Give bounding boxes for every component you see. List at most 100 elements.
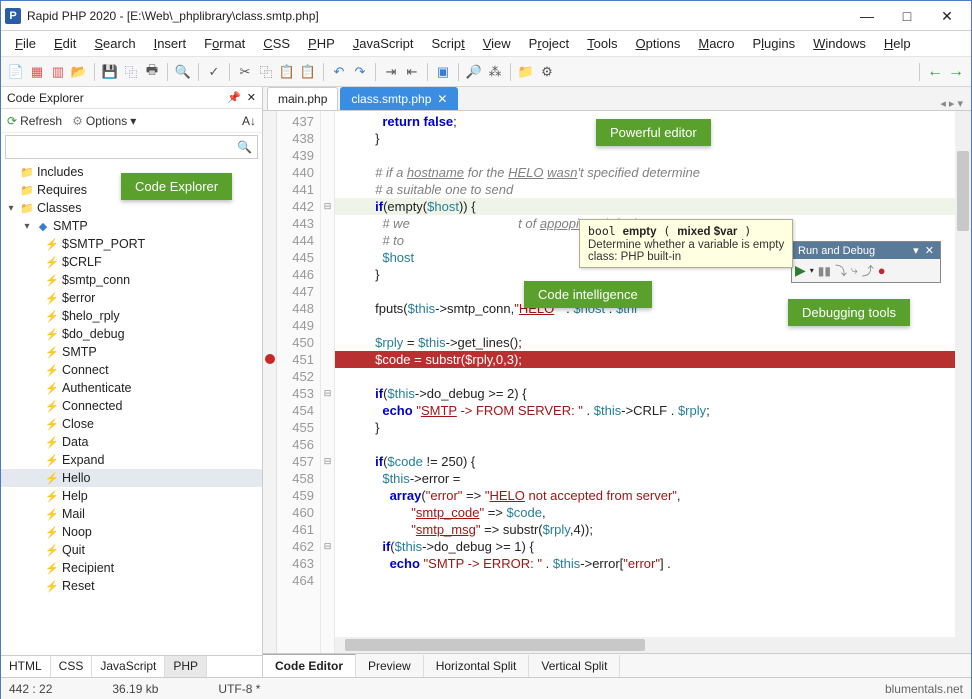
print-icon[interactable]: 🖶 [143,63,161,81]
tree-member[interactable]: ⚡Mail [1,505,262,523]
save-icon[interactable]: 💾 [101,63,119,81]
tree-member[interactable]: ⚡Authenticate [1,379,262,397]
menu-view[interactable]: View [475,33,519,54]
debug-play-icon[interactable]: ▶ [795,262,806,279]
options-button[interactable]: ⚙ Options ▾ [72,114,136,128]
tree-member[interactable]: ⚡Expand [1,451,262,469]
scrollbar-horizontal[interactable] [335,637,955,653]
clipboard-icon[interactable]: 📋 [299,63,317,81]
minimize-button[interactable]: — [847,2,887,30]
debug-step-over-icon[interactable]: ⤵ [835,262,847,279]
tree-member-selected[interactable]: ⚡Hello [1,469,262,487]
debug-dropdown-icon[interactable]: ▾ [913,244,919,257]
sidebar-close-icon[interactable]: ✕ [247,91,256,104]
debug-step-into-icon[interactable]: ⤷ [851,263,858,278]
btab-hsplit[interactable]: Horizontal Split [424,655,530,677]
sb-tab-html[interactable]: HTML [1,656,51,677]
debug-pause-icon[interactable]: ▮▮ [818,264,831,278]
cut-icon[interactable]: ✂ [236,63,254,81]
sidebar-search-input[interactable] [6,140,232,154]
undo-icon[interactable]: ↶ [330,63,348,81]
nav-forward-icon[interactable]: → [947,63,965,81]
refresh-button[interactable]: ⟳ Refresh [7,114,62,128]
tree-member[interactable]: ⚡Reset [1,577,262,595]
new-html-icon[interactable]: ▦ [28,63,46,81]
search-icon[interactable]: 🔍 [174,63,192,81]
open-icon[interactable]: 📂 [70,63,88,81]
menu-macro[interactable]: Macro [690,33,742,54]
tree-member[interactable]: ⚡Recipient [1,559,262,577]
tree-member[interactable]: ⚡Close [1,415,262,433]
indent-icon[interactable]: ⇥ [382,63,400,81]
menu-tools[interactable]: Tools [579,33,625,54]
btab-preview[interactable]: Preview [356,655,424,677]
menu-format[interactable]: Format [196,33,253,54]
tree-member[interactable]: ⚡$SMTP_PORT [1,235,262,253]
debug-record-icon[interactable]: ● [878,263,886,278]
menu-script[interactable]: Script [423,33,472,54]
find-icon[interactable]: 🔎 [465,63,483,81]
search-icon[interactable]: 🔍 [232,140,257,154]
debug-close-icon[interactable]: ✕ [925,244,934,257]
tree-member[interactable]: ⚡Data [1,433,262,451]
menu-options[interactable]: Options [628,33,689,54]
tree-member[interactable]: ⚡$smtp_conn [1,271,262,289]
menu-insert[interactable]: Insert [146,33,195,54]
scrollbar-vertical[interactable] [955,111,971,653]
menu-project[interactable]: Project [521,33,577,54]
copy-icon[interactable]: ⿻ [257,63,275,81]
sort-button[interactable]: A↓ [242,114,256,128]
menu-file[interactable]: File [7,33,44,54]
sidebar-search[interactable]: 🔍 [5,135,258,159]
btab-vsplit[interactable]: Vertical Split [529,655,620,677]
outdent-icon[interactable]: ⇤ [403,63,421,81]
sb-tab-css[interactable]: CSS [51,656,93,677]
redo-icon[interactable]: ↷ [351,63,369,81]
menu-windows[interactable]: Windows [805,33,874,54]
tab-close-icon[interactable]: ✕ [437,92,447,106]
panel-icon[interactable]: ▣ [434,63,452,81]
fold-column[interactable]: ⊟ ⊟ ⊟ ⊟ [321,111,335,653]
breakpoint-ruler[interactable] [263,111,277,653]
tree-member[interactable]: ⚡SMTP [1,343,262,361]
menu-edit[interactable]: Edit [46,33,84,54]
maximize-button[interactable]: □ [887,2,927,30]
menu-help[interactable]: Help [876,33,919,54]
paste-icon[interactable]: 📋 [278,63,296,81]
menu-javascript[interactable]: JavaScript [345,33,422,54]
btab-code[interactable]: Code Editor [263,654,356,677]
sb-tab-js[interactable]: JavaScript [92,656,165,677]
menu-plugins[interactable]: Plugins [744,33,803,54]
tree-member[interactable]: ⚡$helo_rply [1,307,262,325]
tree-member[interactable]: ⚡Quit [1,541,262,559]
tree-member[interactable]: ⚡Connected [1,397,262,415]
menu-search[interactable]: Search [86,33,143,54]
breakpoint-icon[interactable] [265,354,275,364]
tree-member[interactable]: ⚡$CRLF [1,253,262,271]
menu-css[interactable]: CSS [255,33,298,54]
code-view[interactable]: return false; } # if a hostname for the … [335,111,971,653]
debug-panel[interactable]: Run and Debug▾ ✕ ▶▾ ▮▮ ⤵ ⤷ ⤴ ● [791,241,941,283]
debug-step-out-icon[interactable]: ⤴ [862,262,874,279]
tab-main[interactable]: main.php [267,87,338,110]
close-button[interactable]: ✕ [927,2,967,30]
new-file-icon[interactable]: 📄 [7,63,25,81]
tree-member[interactable]: ⚡$do_debug [1,325,262,343]
tree-member[interactable]: ⚡Noop [1,523,262,541]
find-replace-icon[interactable]: ⁂ [486,63,504,81]
sb-tab-php[interactable]: PHP [165,656,207,677]
tree-member[interactable]: ⚡Connect [1,361,262,379]
save-all-icon[interactable]: ⿻ [122,63,140,81]
spellcheck-icon[interactable]: ✓ [205,63,223,81]
folder-icon[interactable]: 📁 [517,63,535,81]
tree-member[interactable]: ⚡$error [1,289,262,307]
tree-classes[interactable]: ▾📁Classes [1,199,262,217]
tab-active[interactable]: class.smtp.php✕ [340,87,458,110]
new-css-icon[interactable]: ▥ [49,63,67,81]
nav-back-icon[interactable]: ← [926,63,944,81]
tabs-nav[interactable]: ◂ ▸ ▾ [932,97,971,110]
pin-icon[interactable]: 📌 [227,91,241,104]
tree-smtp[interactable]: ▾◆SMTP [1,217,262,235]
tree-member[interactable]: ⚡Help [1,487,262,505]
settings-icon[interactable]: ⚙ [538,63,556,81]
